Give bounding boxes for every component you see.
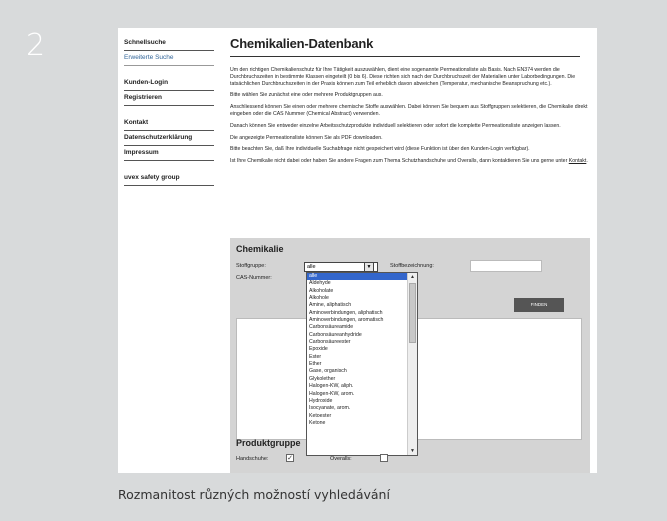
nav-item-kunden-login[interactable]: Kunden-Login bbox=[124, 76, 214, 91]
search-panel: Chemikalie Stoffgruppe: alle ▼ Stoffbeze… bbox=[230, 238, 590, 473]
instruction-paragraph: Danach können Sie entweder einzelne Arbe… bbox=[230, 122, 561, 129]
dropdown-option[interactable]: Carbonsäureester bbox=[307, 339, 407, 346]
nav-item-registrieren[interactable]: Registrieren bbox=[124, 91, 214, 106]
stoffbezeichnung-input[interactable] bbox=[470, 260, 542, 272]
instruction-paragraph: Anschliessend können Sie einen oder mehr… bbox=[230, 104, 588, 117]
dropdown-option[interactable]: Gase, organisch bbox=[307, 368, 407, 375]
dropdown-option[interactable]: Aminoverbindungen, aromatisch bbox=[307, 317, 407, 324]
chevron-down-icon[interactable]: ▼ bbox=[364, 262, 374, 272]
scroll-up-icon[interactable]: ▲ bbox=[408, 273, 417, 281]
instruction-paragraph: Die angezeigte Permeationsliste können S… bbox=[230, 134, 383, 141]
dropdown-option[interactable]: Hydroxide bbox=[307, 398, 407, 405]
find-button[interactable]: FINDEN bbox=[514, 298, 564, 312]
dropdown-option[interactable]: Ether bbox=[307, 361, 407, 368]
dropdown-option[interactable]: alle bbox=[307, 273, 407, 281]
nav-item-uvex-safety-group[interactable]: uvex safety group bbox=[124, 171, 214, 186]
stoffgruppe-dropdown[interactable]: alle Aldehyde Alkoholate Alkohole Amine, ali… bbox=[306, 272, 418, 456]
dropdown-option[interactable]: Aminoverbindungen, aliphatisch bbox=[307, 310, 407, 317]
nav-item-schnellsuche[interactable]: Schnellsuche bbox=[124, 36, 214, 51]
contact-text: Ist Ihre Chemikalie nicht dabei oder hab… bbox=[230, 158, 568, 165]
title-divider bbox=[230, 56, 580, 57]
dropdown-option[interactable]: Amine, aliphatisch bbox=[307, 302, 407, 309]
caption: Rozmanitost různých možností vyhledávání bbox=[118, 487, 390, 502]
scroll-thumb[interactable] bbox=[409, 283, 416, 343]
dropdown-option[interactable]: Carbonsäureamide bbox=[307, 324, 407, 331]
cas-label: CAS-Nummer: bbox=[236, 275, 272, 281]
nav-item-impressum[interactable]: Impressum bbox=[124, 146, 214, 161]
produktgruppe-heading: Produktgruppe bbox=[236, 438, 301, 448]
dropdown-list: alle Aldehyde Alkoholate Alkohole Amine, ali… bbox=[307, 273, 407, 427]
dropdown-scrollbar[interactable]: ▲ ▼ bbox=[407, 273, 417, 455]
dropdown-option[interactable]: Glykolether bbox=[307, 376, 407, 383]
scroll-down-icon[interactable]: ▼ bbox=[408, 447, 417, 455]
screenshot-frame: Schnellsuche Erweiterte Suche Kunden-Log… bbox=[118, 28, 597, 473]
nav-item-erweiterte-suche[interactable]: Erweiterte Suche bbox=[124, 51, 214, 66]
dropdown-option[interactable]: Aldehyde bbox=[307, 280, 407, 287]
sidebar-nav: Schnellsuche Erweiterte Suche Kunden-Log… bbox=[124, 36, 214, 186]
handschuhe-label: Handschuhe: bbox=[236, 456, 269, 462]
intro-paragraph: Um den richtigen Chemikalienschutz für I… bbox=[230, 67, 576, 87]
dropdown-option[interactable]: Isocyanate, arom. bbox=[307, 405, 407, 412]
chemikalie-heading: Chemikalie bbox=[236, 244, 284, 254]
main-content: Chemikalien-Datenbank Um den richtigen C… bbox=[230, 36, 588, 170]
step-number: 2 bbox=[26, 28, 46, 63]
nav-item-kontakt[interactable]: Kontakt bbox=[124, 116, 214, 131]
dropdown-option[interactable]: Halogen-KW, aliph. bbox=[307, 383, 407, 390]
page-title: Chemikalien-Datenbank bbox=[230, 36, 374, 51]
dropdown-option[interactable]: Epoxide bbox=[307, 346, 407, 353]
dropdown-option[interactable]: Ketone bbox=[307, 420, 407, 427]
dropdown-option[interactable]: Alkohole bbox=[307, 295, 407, 302]
instruction-paragraph: Bitte wählen Sie zunächst eine oder mehr… bbox=[230, 92, 383, 99]
contact-paragraph: Ist Ihre Chemikalie nicht dabei oder hab… bbox=[230, 158, 588, 165]
overalls-label: Overalls: bbox=[330, 456, 352, 462]
instruction-paragraph: Bitte beachten Sie, daß Ihre individuell… bbox=[230, 146, 530, 153]
dropdown-option[interactable]: Alkoholate bbox=[307, 288, 407, 295]
handschuhe-checkbox[interactable]: ✓ bbox=[286, 454, 294, 462]
dropdown-option[interactable]: Ester bbox=[307, 354, 407, 361]
nav-item-datenschutz[interactable]: Datenschutzerklärung bbox=[124, 131, 214, 146]
stoffgruppe-label: Stoffgruppe: bbox=[236, 263, 266, 269]
dropdown-option[interactable]: Ketoester bbox=[307, 413, 407, 420]
stoffbezeichnung-label: Stoffbezeichnung: bbox=[390, 263, 434, 269]
contact-link[interactable]: Kontakt bbox=[569, 158, 587, 164]
dropdown-option[interactable]: Carbonsäureanhydride bbox=[307, 332, 407, 339]
overalls-checkbox[interactable] bbox=[380, 454, 388, 462]
dropdown-option[interactable]: Halogen-KW, arom. bbox=[307, 391, 407, 398]
